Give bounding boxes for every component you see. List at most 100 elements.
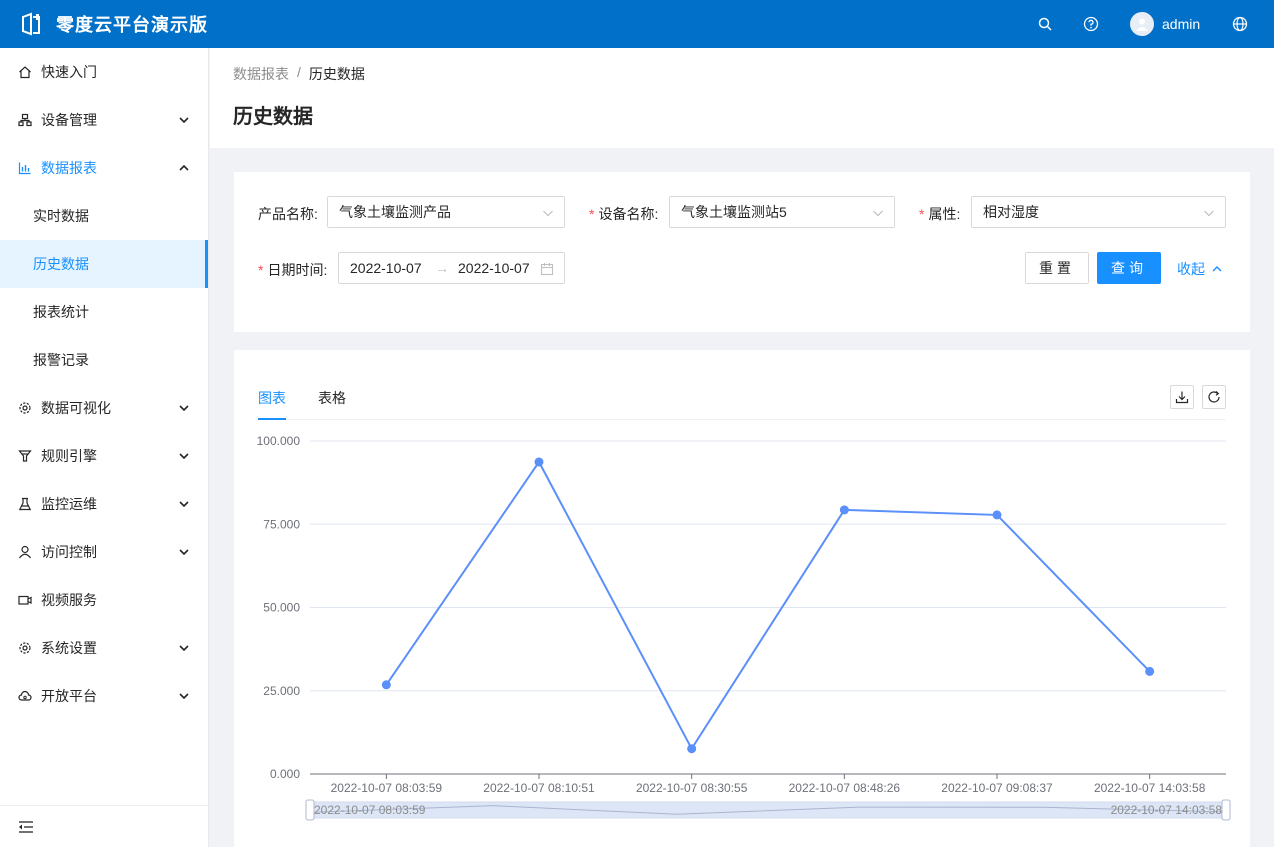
datazoom-track [309, 801, 1227, 819]
breadcrumb-current: 历史数据 [308, 66, 365, 82]
logo-icon [22, 12, 40, 36]
sidebar-item-access[interactable]: 访问控制 [0, 528, 208, 576]
sidebar-item-label: 系统设置 [41, 640, 97, 656]
collapse-label: 收起 [1177, 261, 1205, 277]
required-mark: * [258, 262, 264, 278]
sidebar-item-label: 视频服务 [41, 592, 97, 608]
attr-label: * 属性: [919, 204, 960, 224]
collapse-link[interactable]: 收起 [1177, 259, 1223, 279]
attr-select-value: 相对湿度 [983, 204, 1039, 220]
chevron-down-icon [179, 405, 189, 412]
sidebar-item-label: 快速入门 [41, 64, 97, 80]
query-button[interactable]: 查询 [1097, 252, 1161, 284]
search-icon[interactable] [1037, 16, 1053, 32]
app-title: 零度云平台演示版 [56, 15, 208, 35]
datazoom-end-label: 2022-10-07 14:03:58 [1111, 803, 1223, 817]
sidebar-subitem-history[interactable]: 历史数据 [0, 240, 208, 288]
x-tick-label: 2022-10-07 08:48:26 [789, 781, 901, 795]
sidebar-item-visualization[interactable]: 数据可视化 [0, 384, 208, 432]
data-point [992, 510, 1002, 520]
sidebar-subitem-stats[interactable]: 报表统计 [0, 288, 208, 336]
cloud-icon [18, 689, 32, 703]
filter-icon [18, 449, 32, 463]
sidebar-item-label: 开放平台 [41, 688, 97, 704]
breadcrumb-separator: / [297, 64, 301, 80]
sidebar-subitem-label: 报警记录 [33, 352, 89, 368]
sidebar-subitem-realtime[interactable]: 实时数据 [0, 192, 208, 240]
globe-icon[interactable] [1232, 16, 1248, 32]
sidebar-item-label: 访问控制 [41, 544, 97, 560]
sidebar-item-label: 设备管理 [41, 112, 97, 128]
avatar-icon [1130, 12, 1154, 36]
chevron-up-icon [179, 164, 189, 171]
logo[interactable]: 零度云平台演示版 [20, 11, 208, 37]
user-menu[interactable]: admin [1130, 12, 1200, 36]
date-label: * 日期时间: [258, 260, 327, 280]
chevron-down-icon [179, 693, 189, 700]
sidebar-item-rules[interactable]: 规则引擎 [0, 432, 208, 480]
data-point [534, 457, 544, 467]
date-start[interactable]: 2022-10-07 [350, 260, 422, 276]
attr-select[interactable]: 相对湿度 [971, 196, 1226, 228]
product-select[interactable]: 气象土壤监测产品 [327, 196, 565, 228]
y-tick-label: 25.000 [263, 684, 300, 698]
sidebar: 快速入门 设备管理 数据报表 实时数据 历史数据 报表统计 报警记录 数据可视化… [0, 48, 209, 847]
series-line [385, 460, 1151, 751]
chevron-up-icon [1212, 266, 1222, 272]
device-label-text: 设备名称: [598, 206, 659, 222]
sidebar-subitem-alarms[interactable]: 报警记录 [0, 336, 208, 384]
date-label-text: 日期时间: [267, 262, 328, 278]
top-bar: 零度云平台演示版 admin [0, 0, 1274, 48]
required-mark: * [589, 206, 595, 222]
datazoom-right-handle [1221, 799, 1231, 821]
menu-fold-icon [19, 820, 33, 833]
x-tick-label: 2022-10-07 09:08:37 [941, 781, 1053, 795]
required-mark: * [919, 206, 925, 222]
breadcrumb: 数据报表 / 历史数据 [233, 64, 365, 84]
sidebar-item-video[interactable]: 视频服务 [0, 576, 208, 624]
x-tick-label: 2022-10-07 08:03:59 [331, 781, 443, 795]
user-icon [18, 545, 32, 559]
sidebar-item-label: 数据可视化 [41, 400, 111, 416]
calendar-icon [540, 263, 554, 276]
date-end[interactable]: 2022-10-07 [458, 260, 530, 276]
chevron-down-icon [1204, 210, 1214, 217]
y-tick-label: 0.000 [270, 767, 300, 781]
help-icon[interactable] [1083, 16, 1099, 32]
reset-button[interactable]: 重置 [1025, 252, 1089, 284]
date-range-picker[interactable]: 2022-10-07 → 2022-10-07 [338, 252, 565, 284]
sidebar-item-settings[interactable]: 系统设置 [0, 624, 208, 672]
username: admin [1162, 16, 1201, 32]
sidebar-collapse-button[interactable] [0, 805, 208, 847]
chart-card: 图表 表格 0.000 25.000 50.000 75.000 100.000 2022… [234, 350, 1250, 847]
device-select[interactable]: 气象土壤监测站5 [669, 196, 895, 228]
arrow-right-icon: → [435, 260, 449, 276]
sidebar-item-monitoring[interactable]: 监控运维 [0, 480, 208, 528]
sidebar-item-label: 监控运维 [41, 496, 97, 512]
devices-icon [18, 113, 32, 127]
data-point [1145, 666, 1155, 676]
sidebar-item-quickstart[interactable]: 快速入门 [0, 48, 208, 96]
chevron-down-icon [179, 501, 189, 508]
data-point [687, 744, 697, 754]
x-tick-label: 2022-10-07 08:30:55 [636, 781, 748, 795]
datazoom-start-label: 2022-10-07 08:03:59 [314, 803, 426, 817]
chevron-down-icon [179, 453, 189, 460]
page-header: 数据报表 / 历史数据 历史数据 [210, 48, 1274, 148]
y-tick-label: 75.000 [263, 517, 300, 531]
sidebar-item-devices[interactable]: 设备管理 [0, 96, 208, 144]
x-tick-label: 2022-10-07 14:03:58 [1094, 781, 1206, 795]
data-point [381, 680, 391, 690]
breadcrumb-parent[interactable]: 数据报表 [233, 64, 289, 84]
datazoom-left-handle [305, 799, 315, 821]
y-tick-label: 100.000 [257, 434, 301, 448]
sidebar-item-open-platform[interactable]: 开放平台 [0, 672, 208, 720]
x-tick-label: 2022-10-07 08:10:51 [483, 781, 595, 795]
product-select-value: 气象土壤监测产品 [339, 204, 451, 220]
settings-icon [18, 641, 32, 655]
data-point [839, 505, 849, 515]
home-icon [18, 65, 32, 79]
sidebar-subitem-label: 报表统计 [33, 304, 89, 320]
chevron-down-icon [543, 210, 553, 217]
sidebar-item-reports[interactable]: 数据报表 [0, 144, 208, 192]
